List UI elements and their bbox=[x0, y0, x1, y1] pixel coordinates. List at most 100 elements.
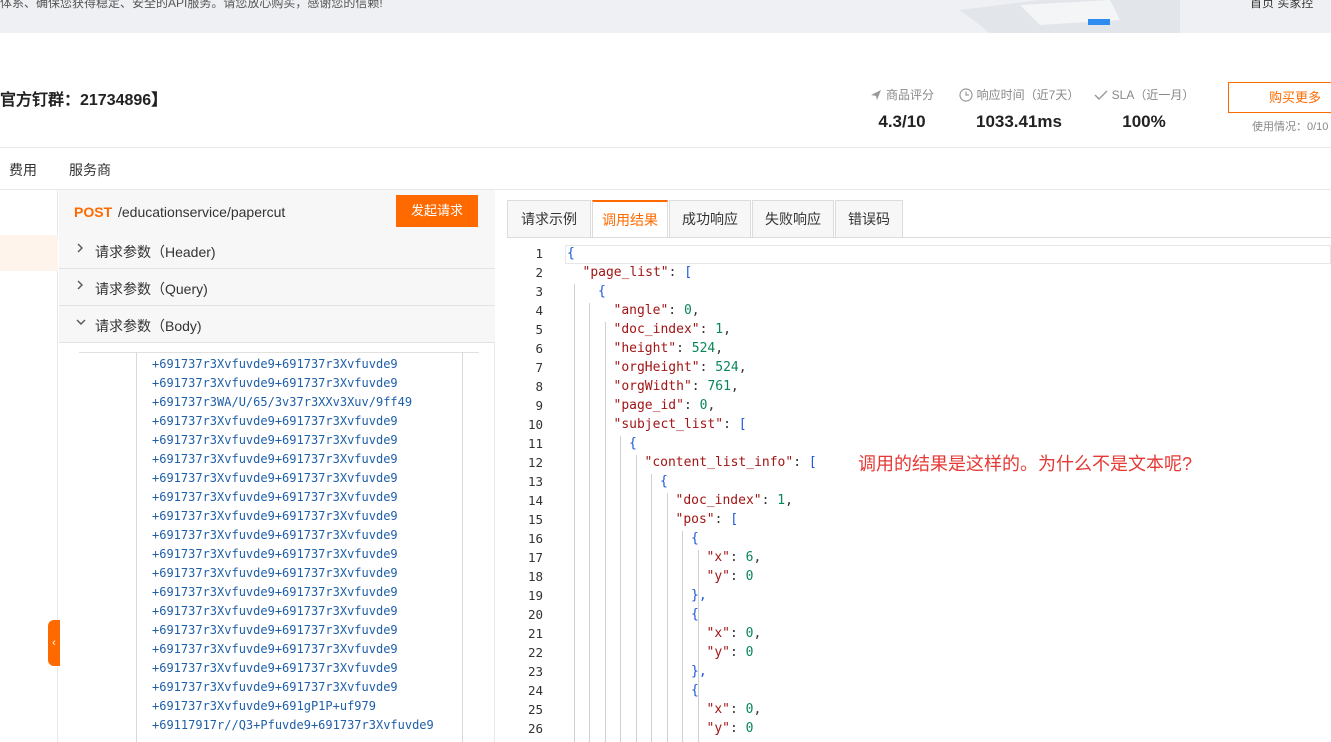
section-query-params[interactable]: 请求参数（Query) bbox=[59, 269, 495, 306]
line-number: 15 bbox=[527, 512, 543, 527]
line-number: 8 bbox=[535, 379, 543, 394]
json-key: "y" bbox=[706, 569, 730, 584]
tab-error-codes[interactable]: 错误码 bbox=[835, 200, 903, 238]
line-number: 21 bbox=[527, 626, 543, 641]
line-number: 22 bbox=[527, 645, 543, 660]
stat-rating: 商品评分 4.3/10 bbox=[866, 86, 938, 132]
json-key: "page_id" bbox=[613, 398, 684, 413]
body-value-line: +691737r3Xvfuvde9+691737r3Xvfuvde9 bbox=[152, 376, 398, 390]
line-number: 6 bbox=[535, 341, 543, 356]
body-value-line: +691737r3WA/U/65/3v37r3XXv3Xuv/9ff49 bbox=[152, 395, 413, 409]
line-number: 20 bbox=[527, 607, 543, 622]
json-bracket: { bbox=[629, 436, 637, 451]
request-path: /educationservice/papercut bbox=[118, 204, 286, 220]
code-line: "angle": 0, bbox=[613, 303, 700, 318]
sidebar-item-active[interactable] bbox=[0, 235, 58, 271]
line-number: 1 bbox=[535, 246, 543, 261]
request-header: POST /educationservice/papercut 发起请求 bbox=[59, 190, 495, 233]
json-key: "x" bbox=[706, 626, 730, 641]
json-number: 0 bbox=[745, 569, 754, 584]
json-key: "y" bbox=[706, 645, 730, 660]
section-header-params[interactable]: 请求参数（Header) bbox=[59, 232, 495, 269]
code-line: "doc_index": 1, bbox=[613, 322, 731, 337]
code-line: "y": 0 bbox=[706, 645, 754, 660]
json-key: "subject_list" bbox=[613, 417, 724, 432]
stat-rating-label: 商品评分 bbox=[885, 88, 934, 102]
section-body-label: 请求参数（Body) bbox=[95, 318, 202, 334]
indent-guide bbox=[635, 455, 637, 742]
json-key: "doc_index" bbox=[613, 322, 700, 337]
tab-failure-response[interactable]: 失败响应 bbox=[752, 200, 834, 238]
body-value-line: +691737r3Xvfuvde9+691737r3Xvfuvde9 bbox=[152, 509, 398, 523]
stat-response-time-label: 响应时间（近7天） bbox=[976, 88, 1080, 102]
user-annotation: 调用的结果是这样的。为什么不是文本呢? bbox=[858, 454, 1193, 474]
send-request-button[interactable]: 发起请求 bbox=[396, 195, 478, 227]
line-number: 4 bbox=[535, 303, 543, 318]
tab-provider[interactable]: 服务商 bbox=[69, 160, 111, 180]
tab-fees[interactable]: 费用 bbox=[9, 160, 37, 180]
code-line: "subject_list": [ bbox=[613, 417, 747, 432]
chevron-left-icon: ‹ bbox=[52, 637, 56, 649]
banner-notice: 体系、确保您获得稳定、安全的API服务。请您放心购买，感谢您的信赖! bbox=[0, 0, 383, 10]
line-number: 5 bbox=[535, 322, 543, 337]
body-value-line: +691737r3Xvfuvde9+691737r3Xvfuvde9 bbox=[152, 604, 398, 618]
json-bracket: { bbox=[691, 531, 699, 546]
json-bracket: [ bbox=[738, 417, 747, 432]
json-key: "orgWidth" bbox=[613, 379, 692, 394]
stat-sla-label: SLA（近一月） bbox=[1111, 88, 1195, 102]
body-value-line: +691737r3Xvfuvde9+691737r3Xvfuvde9 bbox=[152, 661, 398, 675]
code-line: "doc_index": 1, bbox=[675, 493, 793, 508]
banner-decoration-graphic bbox=[960, 0, 1180, 33]
tab-request-example[interactable]: 请求示例 bbox=[507, 200, 591, 238]
clock-icon bbox=[959, 87, 973, 102]
check-icon bbox=[1094, 90, 1108, 100]
json-bracket: { bbox=[660, 474, 668, 489]
body-value-line: +691737r3Xvfuvde9+691737r3Xvfuvde9 bbox=[152, 566, 398, 580]
code-line: "x": 0, bbox=[706, 702, 762, 717]
line-number: 16 bbox=[527, 531, 543, 546]
section-body-params[interactable]: 请求参数（Body) bbox=[59, 306, 495, 343]
body-value-line: +691737r3Xvfuvde9+691737r3Xvfuvde9 bbox=[152, 528, 398, 542]
tab-call-result[interactable]: 调用结果 bbox=[592, 200, 668, 238]
code-line: }, bbox=[691, 588, 707, 603]
body-value-line: +691737r3Xvfuvde9+691737r3Xvfuvde9 bbox=[152, 414, 398, 428]
chevron-right-icon bbox=[75, 279, 87, 295]
json-bracket: [ bbox=[808, 455, 817, 470]
line-number: 24 bbox=[527, 683, 543, 698]
body-value-line: +691737r3Xvfuvde9+691737r3Xvfuvde9 bbox=[152, 623, 398, 637]
indent-guide bbox=[573, 284, 575, 742]
top-nav-links[interactable]: 首页 买家控 bbox=[1250, 0, 1313, 11]
body-value-line: +691737r3Xvfuvde9+691737r3Xvfuvde9 bbox=[152, 585, 398, 599]
json-key: "height" bbox=[613, 341, 677, 356]
indent-guide bbox=[666, 493, 668, 742]
json-key: "x" bbox=[706, 702, 730, 717]
code-line: "x": 6, bbox=[706, 550, 762, 565]
line-number: 19 bbox=[527, 588, 543, 603]
code-line: "page_id": 0, bbox=[613, 398, 716, 413]
json-number: 1 bbox=[777, 493, 786, 508]
json-bracket: { bbox=[567, 246, 575, 261]
json-number: 0 bbox=[745, 721, 754, 736]
code-line: "orgHeight": 524, bbox=[613, 360, 747, 375]
stat-sla-value: 100% bbox=[1122, 112, 1166, 131]
buy-more-button[interactable]: 购买更多 bbox=[1228, 82, 1331, 113]
line-number: 3 bbox=[535, 284, 543, 299]
body-value-line: +691737r3Xvfuvde9+691737r3Xvfuvde9 bbox=[152, 452, 398, 466]
json-key: "content_list_info" bbox=[644, 455, 794, 470]
stat-response-time-value: 1033.41ms bbox=[975, 112, 1063, 131]
line-number: 17 bbox=[527, 550, 543, 565]
line-number: 23 bbox=[527, 664, 543, 679]
line-number: 18 bbox=[527, 569, 543, 584]
body-value-line: +691737r3Xvfuvde9+691gP1P+uf979 bbox=[152, 699, 376, 713]
code-line: "content_list_info": [ bbox=[644, 455, 817, 470]
line-number: 13 bbox=[527, 474, 543, 489]
body-param-editor[interactable]: +691737r3Xvfuvde9+691737r3Xvfuvde9 +69173… bbox=[79, 352, 479, 742]
indent-guide bbox=[697, 683, 699, 742]
indent-guide bbox=[589, 303, 590, 742]
json-key: "pos" bbox=[675, 512, 715, 527]
usage-info: 使用情况：0/10 bbox=[1252, 121, 1329, 133]
tab-success-response[interactable]: 成功响应 bbox=[669, 200, 751, 238]
json-key: "y" bbox=[706, 721, 730, 736]
indent-guide bbox=[651, 474, 652, 742]
line-number: 10 bbox=[527, 417, 543, 432]
